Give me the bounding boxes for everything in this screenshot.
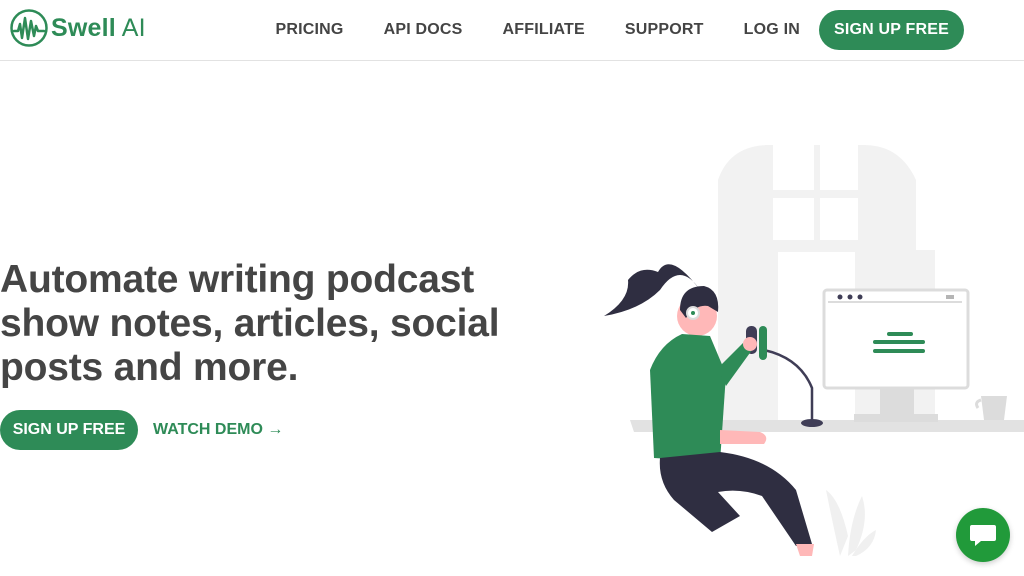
chat-icon bbox=[970, 525, 996, 546]
hero-title: Automate writing podcast show notes, art… bbox=[0, 258, 500, 389]
person-figure bbox=[604, 264, 814, 556]
podcaster-illustration bbox=[604, 145, 1024, 556]
site-header: Swell AI PRICING API DOCS AFFILIATE SUPP… bbox=[0, 0, 1024, 61]
waveform-logo-icon bbox=[10, 9, 48, 47]
nav-affiliate[interactable]: AFFILIATE bbox=[503, 21, 585, 39]
nav-support[interactable]: SUPPORT bbox=[625, 21, 704, 39]
logo-link[interactable]: Swell AI bbox=[10, 9, 146, 47]
plant bbox=[826, 490, 876, 556]
nav-log-in[interactable]: LOG IN bbox=[744, 21, 800, 39]
mug bbox=[975, 396, 1007, 420]
chat-widget-button[interactable] bbox=[956, 508, 1010, 562]
nav-pricing[interactable]: PRICING bbox=[275, 21, 343, 39]
monitor bbox=[822, 288, 970, 422]
nav-api-docs[interactable]: API DOCS bbox=[384, 21, 463, 39]
main-nav: PRICING API DOCS AFFILIATE SUPPORT LOG I… bbox=[275, 10, 1004, 50]
sign-up-button-hero[interactable]: SIGN UP FREE bbox=[0, 410, 138, 450]
brand-name: Swell AI bbox=[51, 13, 146, 42]
sign-up-button-header[interactable]: SIGN UP FREE bbox=[818, 10, 964, 50]
watch-demo-link[interactable]: WATCH DEMO → bbox=[153, 420, 283, 440]
